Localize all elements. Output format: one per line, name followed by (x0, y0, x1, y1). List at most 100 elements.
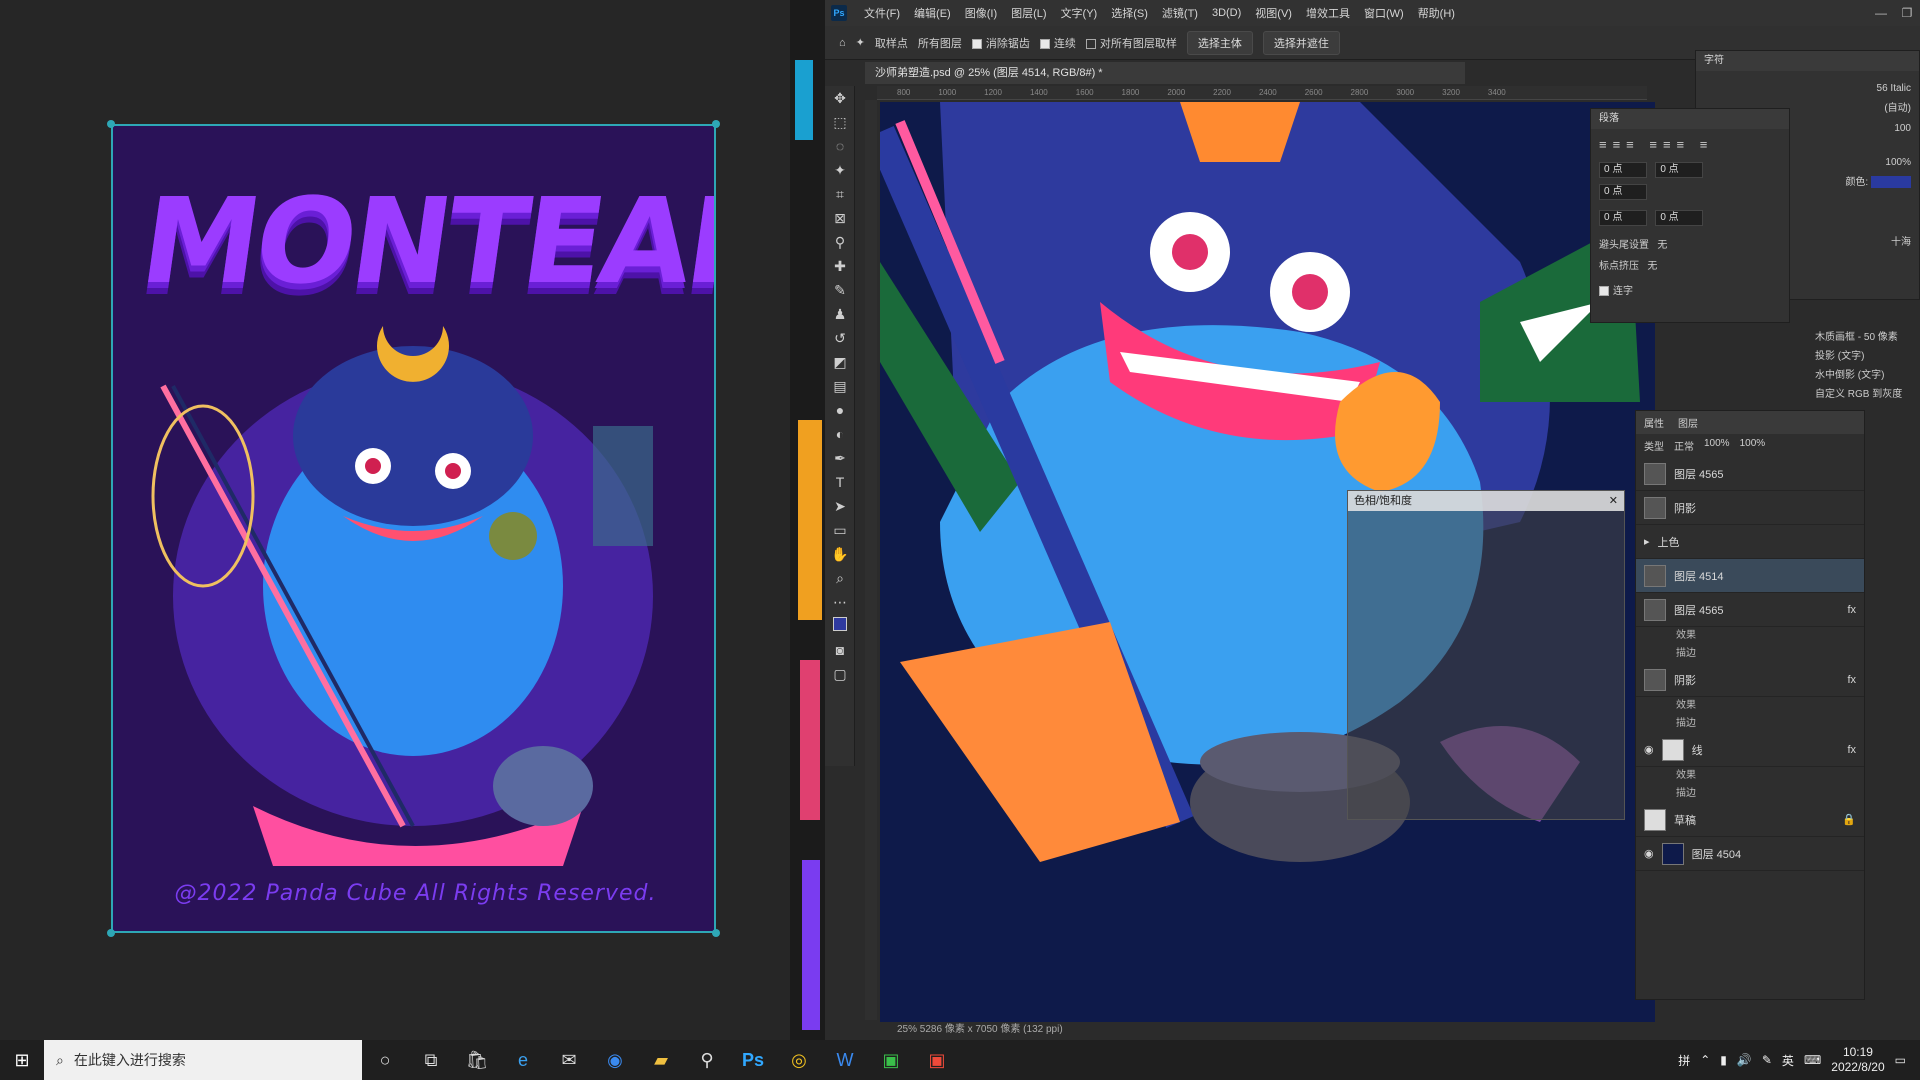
menu-layer[interactable]: 图层(L) (1004, 5, 1053, 21)
space-after-field[interactable]: 0 点 (1655, 210, 1704, 226)
green-app-icon[interactable]: ▣ (868, 1040, 914, 1080)
effect-row[interactable]: 描边 (1636, 645, 1864, 663)
sample-all-checkbox[interactable]: 对所有图层取样 (1085, 35, 1177, 51)
eye-icon[interactable]: ◉ (1644, 847, 1654, 860)
magic-wand-icon[interactable]: ✦ (825, 158, 855, 182)
layer-row[interactable]: ◉ 图层 4504 (1636, 837, 1864, 871)
keyboard-layout[interactable]: 拼 (1678, 1052, 1690, 1069)
healing-tool-icon[interactable]: ✚ (825, 254, 855, 278)
menu-image[interactable]: 图像(I) (958, 5, 1004, 21)
menu-window[interactable]: 窗口(W) (1357, 5, 1411, 21)
effect-row[interactable]: 效果 (1636, 767, 1864, 785)
blur-tool-icon[interactable]: ● (825, 398, 855, 422)
history-brush-icon[interactable]: ↺ (825, 326, 855, 350)
indent-right-field[interactable]: 0 点 (1655, 162, 1704, 178)
hanging-select[interactable]: 无 (1657, 240, 1667, 251)
menu-view[interactable]: 视图(V) (1248, 5, 1299, 21)
poster-artwork[interactable]: MONTEAND @2022 Panda Cube All Rights Res… (111, 124, 716, 933)
search-app-icon[interactable]: ⚲ (684, 1040, 730, 1080)
eraser-tool-icon[interactable]: ◩ (825, 350, 855, 374)
menu-3d[interactable]: 3D(D) (1205, 7, 1248, 19)
word-app-icon[interactable]: W (822, 1040, 868, 1080)
align-buttons-icon[interactable]: ≡≡≡ ≡≡≡ ≡ (1599, 137, 1781, 152)
layer-row[interactable]: 草稿 🔒 (1636, 803, 1864, 837)
select-and-mask-button[interactable]: 选择并遮住 (1262, 30, 1340, 55)
tab-properties[interactable]: 属性 (1644, 415, 1664, 430)
effect-row[interactable]: 效果 (1636, 697, 1864, 715)
menu-type[interactable]: 文字(Y) (1054, 5, 1105, 21)
screen-mode-icon[interactable]: ▢ (825, 662, 855, 686)
action-item[interactable]: 木质画框 - 50 像素 (1815, 328, 1920, 347)
spacing-select[interactable]: 无 (1647, 261, 1657, 272)
task-view-icon[interactable]: ⧉ (408, 1040, 454, 1080)
home-icon[interactable]: ⌂ (839, 37, 846, 49)
layer-row[interactable]: ◉ 线 fx (1636, 733, 1864, 767)
effect-row[interactable]: 描边 (1636, 715, 1864, 733)
layer-group-row[interactable]: ▸ 上色 (1636, 525, 1864, 559)
store-icon[interactable]: 🛍 (454, 1040, 500, 1080)
menu-filter[interactable]: 滤镜(T) (1155, 5, 1205, 21)
blend-select[interactable]: 正常 (1674, 438, 1694, 453)
volume-icon[interactable]: 🔊 (1737, 1053, 1752, 1067)
edge-icon[interactable]: e (500, 1040, 546, 1080)
ime-indicator[interactable]: 英 (1782, 1052, 1794, 1069)
menu-select[interactable]: 选择(S) (1104, 5, 1155, 21)
cortana-icon[interactable]: ○ (362, 1040, 408, 1080)
menu-help[interactable]: 帮助(H) (1411, 5, 1462, 21)
crop-tool-icon[interactable]: ⌗ (825, 182, 855, 206)
gradient-tool-icon[interactable]: ▤ (825, 374, 855, 398)
chrome-icon[interactable]: ◎ (776, 1040, 822, 1080)
minimize-icon[interactable]: — (1868, 6, 1894, 20)
layer-row-selected[interactable]: 图层 4514 (1636, 559, 1864, 593)
document-tab[interactable]: 沙师弟塑造.psd @ 25% (图层 4514, RGB/8#) * (865, 62, 1465, 84)
color-swatch-icon[interactable] (825, 614, 855, 638)
file-explorer-icon[interactable]: ▰ (638, 1040, 684, 1080)
chevron-up-icon[interactable]: ⌃ (1700, 1053, 1710, 1067)
character-panel-title[interactable]: 字符 (1696, 51, 1919, 71)
bbox-handle-bl[interactable] (107, 929, 115, 937)
fill-field[interactable]: 100% (1740, 438, 1766, 453)
layer-row[interactable]: 阴影 (1636, 491, 1864, 525)
menu-plugins[interactable]: 增效工具 (1299, 5, 1357, 21)
sample-size-select[interactable]: 取样点 (875, 35, 908, 51)
more-tools-icon[interactable]: ⋯ (825, 590, 855, 614)
contiguous-checkbox[interactable]: 连续 (1039, 35, 1076, 51)
hue-saturation-dialog[interactable]: 色相/饱和度 ✕ (1347, 490, 1625, 820)
layer-row[interactable]: 阴影 fx (1636, 663, 1864, 697)
mail-icon[interactable]: ✉ (546, 1040, 592, 1080)
bbox-handle-tl[interactable] (107, 120, 115, 128)
restore-icon[interactable]: ❐ (1894, 6, 1920, 20)
layer-row[interactable]: 图层 4565 fx (1636, 593, 1864, 627)
move-tool-icon[interactable]: ✥ (825, 86, 855, 110)
sample-layers-select[interactable]: 所有图层 (918, 35, 962, 51)
action-item[interactable]: 水中倒影 (文字) (1815, 366, 1920, 385)
frame-tool-icon[interactable]: ⊠ (825, 206, 855, 230)
paragraph-panel-title[interactable]: 段落 (1591, 109, 1789, 129)
font-style-select[interactable]: 56 Italic (1704, 79, 1911, 99)
type-tool-icon[interactable]: T (825, 470, 855, 494)
quick-mask-icon[interactable]: ◙ (825, 638, 855, 662)
stamp-tool-icon[interactable]: ♟ (825, 302, 855, 326)
action-item[interactable]: 投影 (文字) (1815, 347, 1920, 366)
brush-tool-icon[interactable]: ✎ (825, 278, 855, 302)
select-subject-button[interactable]: 选择主体 (1186, 30, 1253, 55)
marquee-tool-icon[interactable]: ⬚ (825, 110, 855, 134)
pen-tool-icon[interactable]: ✒ (825, 446, 855, 470)
indent-left-field[interactable]: 0 点 (1599, 162, 1647, 178)
taskbar-search[interactable]: ⌕ 在此键入进行搜索 (44, 1040, 362, 1080)
magic-wand-tool-icon[interactable]: ✦ (856, 36, 865, 49)
indent-first-field[interactable]: 0 点 (1599, 184, 1647, 200)
dodge-tool-icon[interactable]: ◐ (825, 422, 855, 446)
text-color-swatch[interactable] (1871, 176, 1911, 189)
path-select-icon[interactable]: ➤ (825, 494, 855, 518)
opacity-field[interactable]: 100% (1704, 438, 1730, 453)
shape-tool-icon[interactable]: ▭ (825, 518, 855, 542)
effect-row[interactable]: 效果 (1636, 627, 1864, 645)
layer-row[interactable]: 图层 4565 (1636, 457, 1864, 491)
windows-start-icon[interactable]: ⊞ (0, 1040, 44, 1080)
filter-select[interactable]: 类型 (1644, 438, 1664, 453)
bbox-handle-tr[interactable] (712, 120, 720, 128)
clock[interactable]: 10:19 2022/8/20 (1831, 1045, 1884, 1075)
zoom-tool-icon[interactable]: ⌕ (825, 566, 855, 590)
eye-icon[interactable]: ◉ (1644, 743, 1654, 756)
